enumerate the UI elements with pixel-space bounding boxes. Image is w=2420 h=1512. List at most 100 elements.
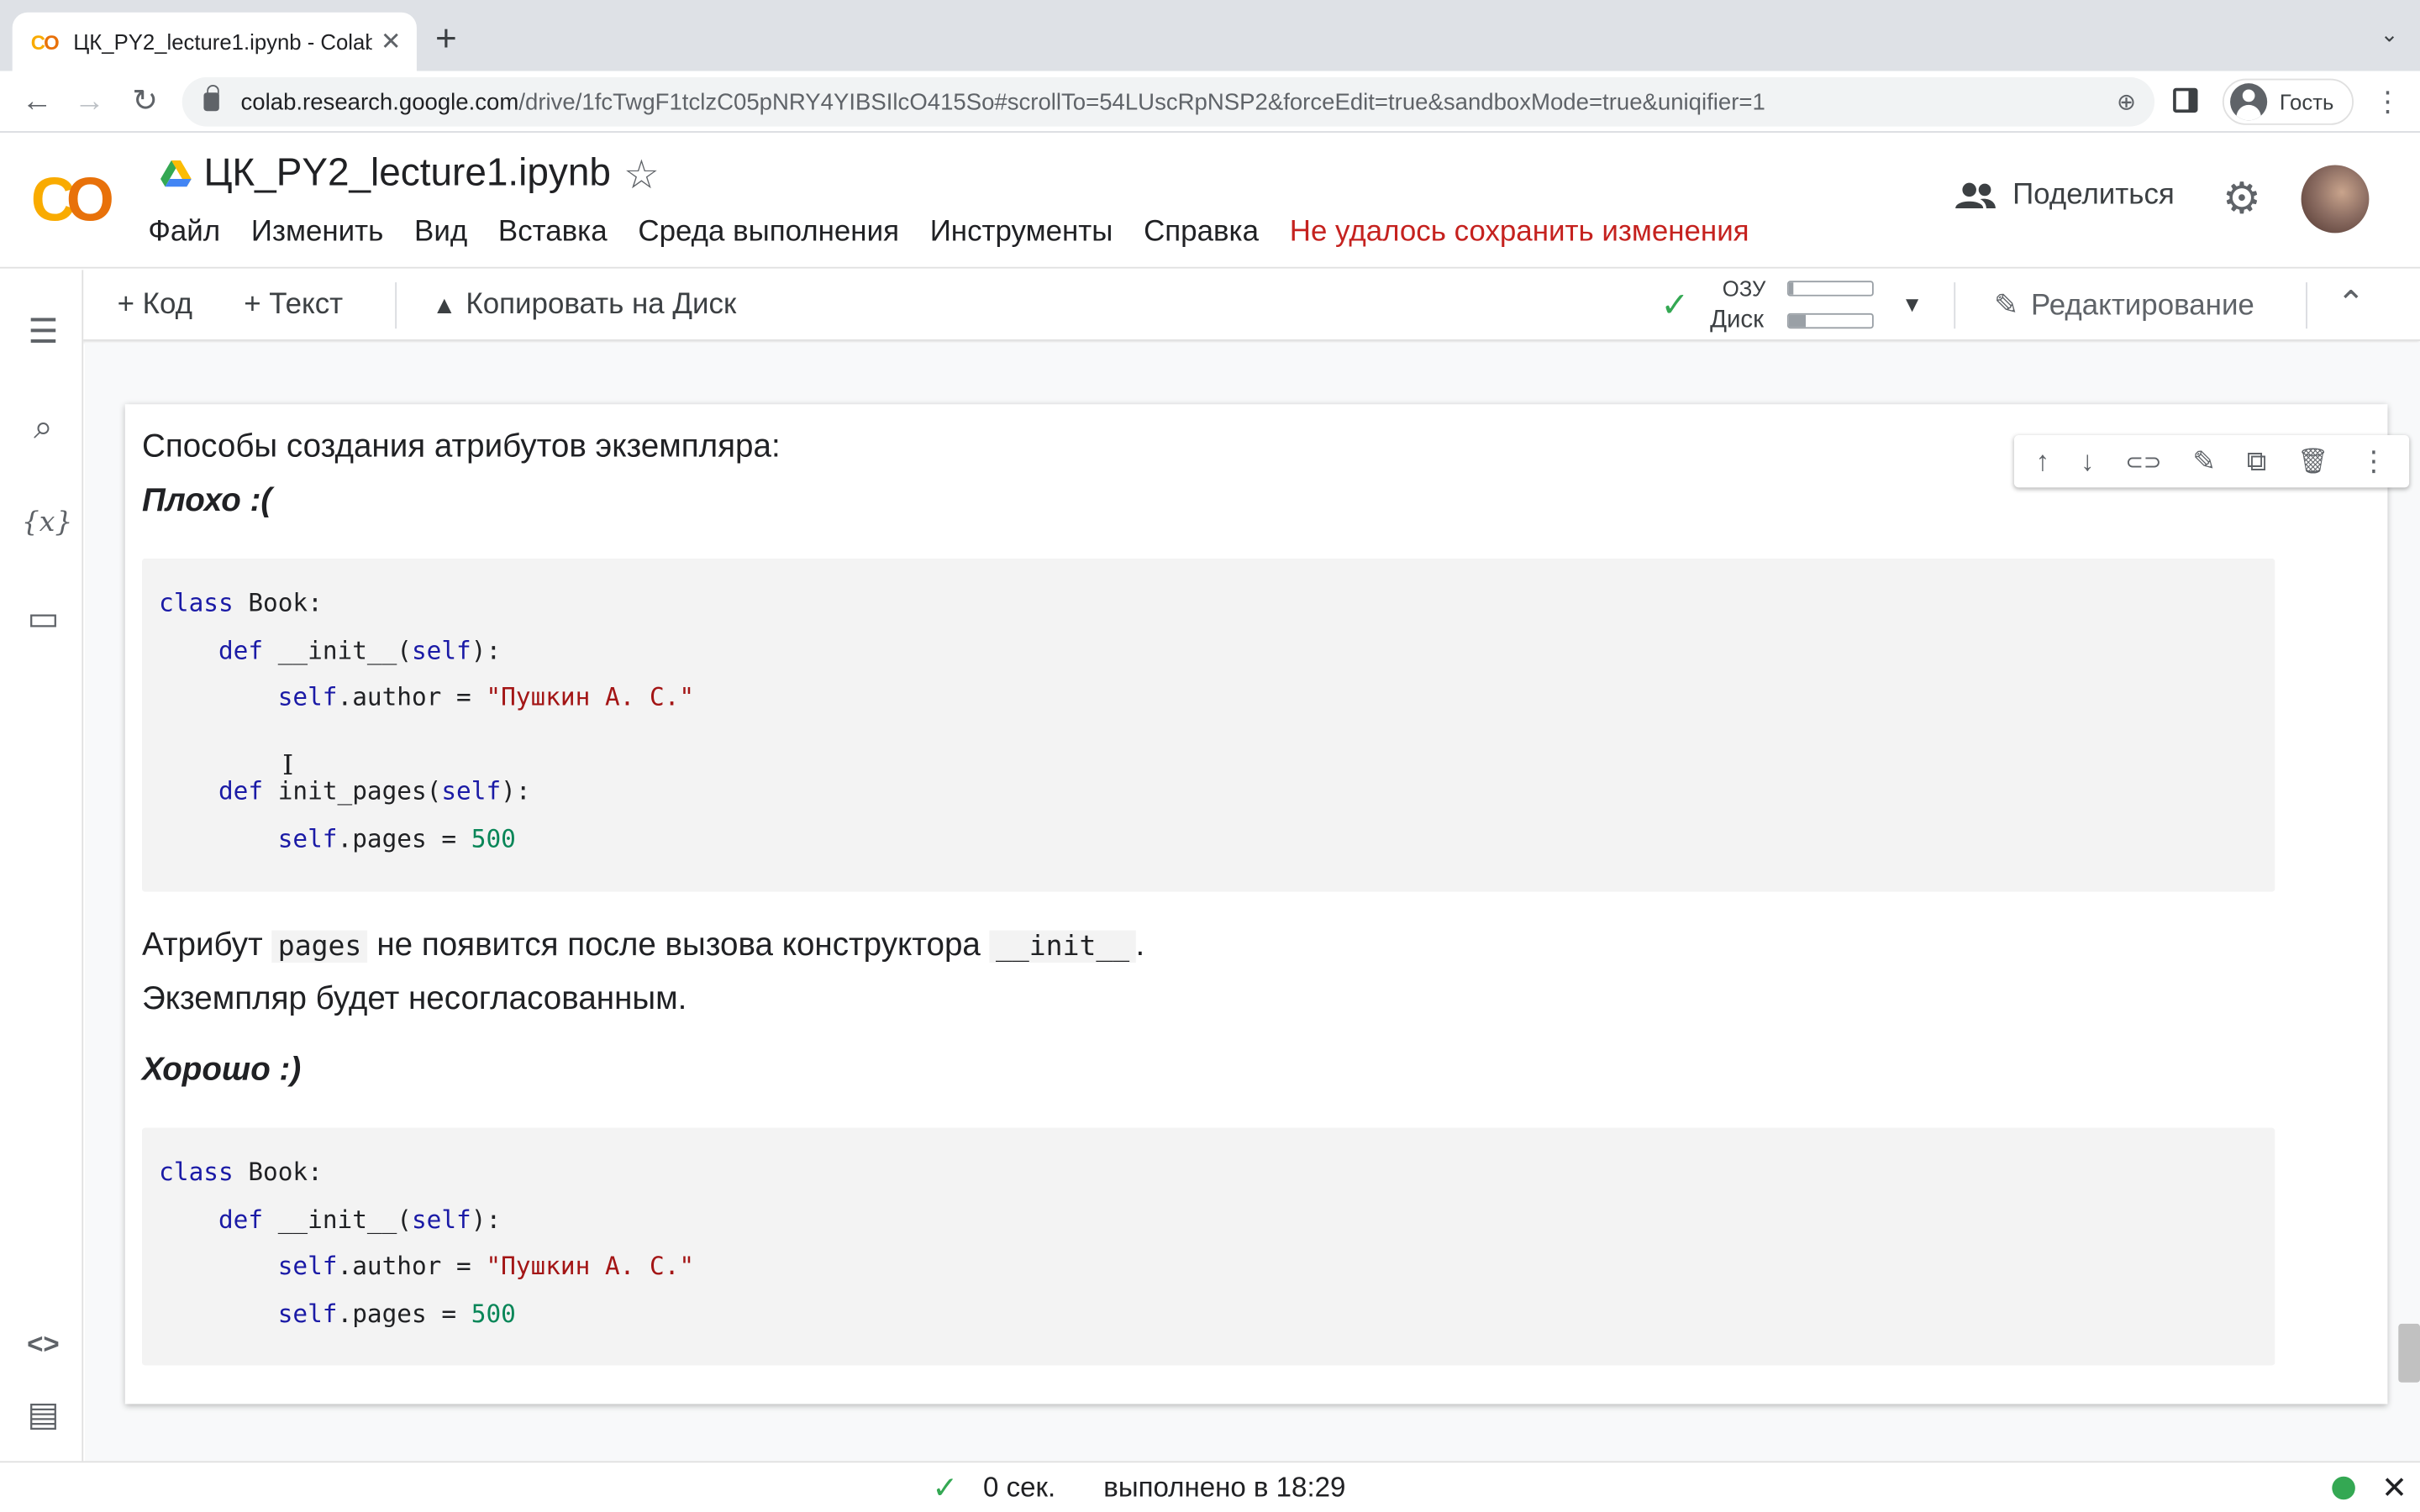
url-path: /drive/1fcTwgF1tclzC05pNRY4YIBSIlcO415So… <box>518 88 1765 115</box>
menu-view[interactable]: Вид <box>414 216 467 249</box>
code-keyword: self <box>277 1299 338 1329</box>
menu-runtime[interactable]: Среда выполнения <box>638 216 899 249</box>
code-keyword: self <box>441 776 502 806</box>
code-text: Book: <box>233 587 323 617</box>
execution-check-icon: ✓ <box>932 1472 959 1506</box>
code-keyword: def <box>218 1204 264 1234</box>
star-icon[interactable]: ☆ <box>623 151 660 199</box>
code-keyword: def <box>218 776 264 806</box>
terminal-icon[interactable]: ▤ <box>22 1394 65 1436</box>
menu-file[interactable]: Файл <box>148 216 220 249</box>
status-bar: ✓ 0 сек. выполнено в 18:29 ✕ <box>0 1461 2420 1512</box>
notebook-title[interactable]: ЦК_PY2_lecture1.ipynb <box>203 151 610 196</box>
code-text: .author = <box>337 682 487 712</box>
reload-button[interactable]: ↻ <box>124 81 166 123</box>
zoom-icon[interactable]: ⊕ <box>2117 88 2136 116</box>
execution-completed-time[interactable]: выполнено в 18:29 <box>1103 1472 1345 1504</box>
address-bar[interactable]: colab.research.google.com/drive/1fcTwgF1… <box>182 76 2155 127</box>
edit-icon[interactable]: ✎ <box>2192 445 2216 478</box>
close-tab-icon[interactable]: ✕ <box>381 26 402 57</box>
bad-label: Плохо :( <box>141 482 272 519</box>
variables-icon[interactable]: {x} <box>22 501 73 544</box>
code-number: 500 <box>471 823 516 853</box>
toolbar-divider <box>395 282 397 329</box>
share-label: Поделиться <box>2012 179 2175 212</box>
collapse-header-icon[interactable]: ⌃ <box>2337 284 2365 324</box>
settings-gear-icon[interactable]: ⚙ <box>2223 173 2261 224</box>
lock-icon[interactable] <box>203 85 219 112</box>
runtime-dropdown-icon[interactable]: ▼ <box>1902 291 1923 316</box>
new-tab-button[interactable]: + <box>435 18 457 61</box>
menu-edit[interactable]: Изменить <box>251 216 383 249</box>
runtime-status-dot <box>2332 1476 2355 1500</box>
paragraph-text: . <box>1135 927 1145 963</box>
paragraph-text: не появится после вызова конструктора <box>367 927 990 963</box>
scrollbar-thumb[interactable] <box>2398 1323 2420 1383</box>
bad-code-block: class Book: def __init__(self): self.aut… <box>141 558 2275 892</box>
browser-tab[interactable]: CO ЦК_PY2_lecture1.ipynb - Colab ✕ <box>12 12 417 71</box>
delete-icon[interactable]: 🗑 <box>2297 446 2328 477</box>
colab-logo[interactable]: CO <box>31 170 114 231</box>
code-snippets-icon[interactable]: <> <box>22 1322 65 1365</box>
tab-search-chevron-icon[interactable]: ⌄ <box>2381 22 2399 48</box>
link-icon[interactable]: ⊂⊃ <box>2125 449 2161 475</box>
move-up-icon[interactable]: ↑ <box>2036 445 2050 478</box>
ram-usage-fill <box>1788 282 1793 295</box>
connected-check-icon[interactable]: ✓ <box>1660 286 1689 326</box>
good-label: Хорошо :) <box>141 1052 302 1088</box>
editing-mode-label: Редактирование <box>2030 290 2254 323</box>
screen: CO ЦК_PY2_lecture1.ipynb - Colab ✕ + ⌄ ←… <box>0 0 2420 1512</box>
guest-avatar-icon <box>2230 83 2268 121</box>
toc-icon[interactable]: ☰ <box>22 310 65 353</box>
tab-title: ЦК_PY2_lecture1.ipynb - Colab <box>73 29 371 55</box>
copy-to-drive-button[interactable]: ▲ Копировать на Диск <box>432 288 736 322</box>
good-code-block: class Book: def __init__(self): self.aut… <box>141 1127 2275 1366</box>
text-cell[interactable]: ↑ ↓ ⊂⊃ ✎ ⧉ 🗑 ⋮ Способы создания атрибуто… <box>124 404 2410 1404</box>
editing-mode-button[interactable]: ✎ Редактирование <box>1994 288 2254 323</box>
folder-icon[interactable]: ▭ <box>22 597 65 640</box>
add-text-button[interactable]: + Текст <box>244 288 343 322</box>
code-string: "Пушкин А. С." <box>486 682 695 712</box>
inline-code-init: __init__ <box>989 930 1136 963</box>
move-down-icon[interactable]: ↓ <box>2081 445 2095 478</box>
profile-button[interactable]: Гость <box>2222 78 2354 125</box>
search-icon[interactable]: ⌕ <box>22 406 65 449</box>
code-text: ): <box>471 1204 502 1234</box>
back-button[interactable]: ← <box>15 81 58 123</box>
code-number: 500 <box>471 1299 516 1329</box>
code-text: .author = <box>337 1251 487 1281</box>
people-icon <box>1955 182 1996 208</box>
user-avatar[interactable] <box>2301 165 2370 234</box>
browser-menu-icon[interactable]: ⋮ <box>2374 87 2402 118</box>
disk-usage-fill <box>1788 314 1806 328</box>
side-panel-icon[interactable] <box>2173 87 2198 113</box>
menu-tools[interactable]: Инструменты <box>930 216 1113 249</box>
inline-code-pages: pages <box>271 930 368 963</box>
menu-help[interactable]: Справка <box>1144 216 1259 249</box>
cell-actions-toolbar: ↑ ↓ ⊂⊃ ✎ ⧉ 🗑 ⋮ <box>2013 434 2410 488</box>
copy-to-drive-label: Копировать на Диск <box>466 288 737 322</box>
code-keyword: self <box>411 634 471 664</box>
forward-button[interactable]: → <box>68 81 111 123</box>
code-text: Book: <box>233 1157 323 1187</box>
code-text: ): <box>471 634 502 664</box>
disk-usage-bar[interactable] <box>1786 312 1874 329</box>
google-drive-icon <box>160 160 192 187</box>
menu-insert[interactable]: Вставка <box>498 216 608 249</box>
ram-usage-bar[interactable] <box>1786 281 1874 297</box>
mirror-cell-icon[interactable]: ⧉ <box>2247 445 2267 478</box>
main-menu: Файл Изменить Вид Вставка Среда выполнен… <box>148 216 1780 249</box>
browser-toolbar: ← → ↻ colab.research.google.com/drive/1f… <box>0 71 2420 133</box>
save-failed-warning[interactable]: Не удалось сохранить изменения <box>1290 216 1749 249</box>
share-button[interactable]: Поделиться <box>1954 179 2175 213</box>
execution-duration[interactable]: 0 сек. <box>983 1472 1055 1504</box>
code-keyword: def <box>218 634 264 664</box>
more-options-icon[interactable]: ⋮ <box>2360 445 2387 478</box>
url-text: colab.research.google.com/drive/1fcTwgF1… <box>241 89 1765 115</box>
close-status-icon[interactable]: ✕ <box>2381 1469 2407 1508</box>
add-code-button[interactable]: + Код <box>118 288 192 322</box>
text-cursor-icon: I <box>282 749 294 783</box>
